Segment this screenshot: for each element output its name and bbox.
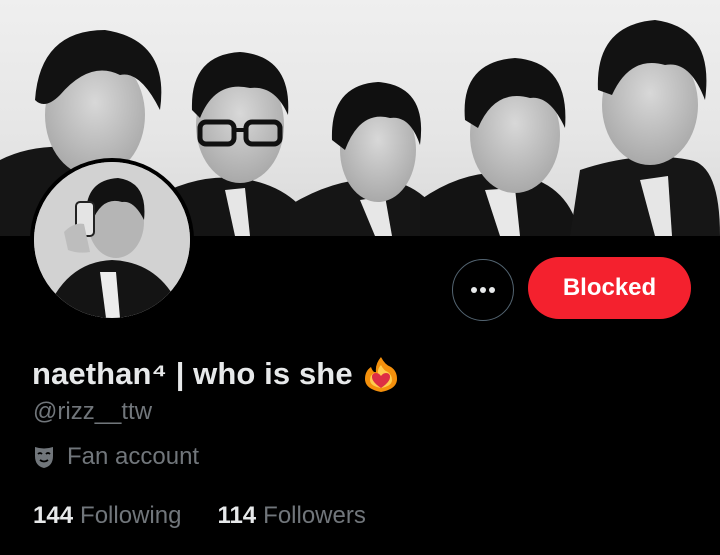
blocked-button[interactable]: Blocked: [528, 257, 691, 319]
display-name-row: naethan⁴ | who is she: [32, 352, 399, 396]
account-type-label: Fan account: [67, 443, 200, 470]
profile-avatar[interactable]: [30, 158, 194, 322]
display-name: naethan⁴ | who is she: [32, 356, 353, 391]
more-horizontal-icon: [470, 281, 496, 299]
account-type-row: Fan account: [33, 440, 199, 474]
followers-link[interactable]: 114 Followers: [217, 502, 365, 530]
profile-handle: @rizz__ttw: [33, 398, 153, 425]
fire-heart-icon: [363, 355, 399, 393]
more-options-button[interactable]: [452, 259, 514, 321]
avatar-photo: [34, 162, 190, 318]
performing-arts-mask-icon: [33, 445, 55, 469]
following-link[interactable]: 144 Following: [33, 502, 181, 530]
following-count: 144: [33, 502, 74, 529]
profile-stats: 144 Following 114 Followers: [33, 499, 366, 533]
followers-count: 114: [217, 502, 257, 529]
followers-label: Followers: [263, 502, 366, 529]
following-label: Following: [80, 502, 182, 529]
